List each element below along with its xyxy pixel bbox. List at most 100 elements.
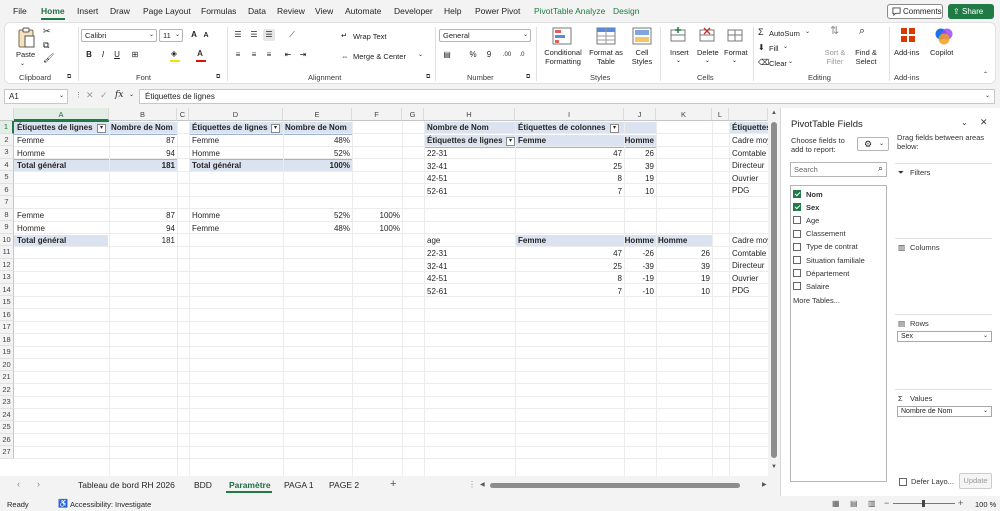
field-checkbox[interactable] xyxy=(793,203,801,212)
column-header-i[interactable]: I xyxy=(515,108,624,121)
column-header-c[interactable]: C xyxy=(177,108,189,121)
merge-center-button[interactable]: Merge & Center xyxy=(353,52,406,61)
share-button[interactable]: Share ⇪ xyxy=(948,4,994,19)
tab-draw[interactable]: Draw xyxy=(110,6,130,16)
scroll-right-icon[interactable]: ▶ xyxy=(762,481,767,488)
scroll-left-icon[interactable]: ◀ xyxy=(480,481,485,488)
clear-button[interactable]: Clear xyxy=(769,59,787,68)
decrease-font-icon[interactable]: A xyxy=(200,30,212,42)
clipboard-launcher-icon[interactable]: ⧉ xyxy=(67,73,71,82)
conditional-formatting-button[interactable]: Conditional Formatting xyxy=(543,48,583,66)
zoom-slider-thumb[interactable] xyxy=(922,500,925,507)
format-painter-icon[interactable]: 🖌 xyxy=(43,54,54,63)
row-header[interactable]: 3 xyxy=(0,146,14,159)
row-header[interactable]: 2 xyxy=(0,133,14,146)
homme-negative-value[interactable]: -10 xyxy=(624,286,656,298)
tab-automate[interactable]: Automate xyxy=(345,6,381,16)
add-ins-button[interactable]: Add-ins xyxy=(894,48,919,57)
vertical-scroll-thumb[interactable] xyxy=(771,122,777,458)
femme-value[interactable]: 8 xyxy=(515,273,624,285)
fill-color-icon[interactable]: ◈ xyxy=(168,48,180,60)
formula-input[interactable]: Étiquettes de lignes ⌄ xyxy=(139,89,995,104)
field-checkbox[interactable] xyxy=(793,282,801,291)
chevron-down-icon[interactable]: ⌄ xyxy=(705,57,710,66)
pivot4-row-label[interactable]: Directeur xyxy=(730,160,768,172)
field-checkbox[interactable] xyxy=(793,269,801,278)
fields-settings-button[interactable]: ⚙ ⌄ xyxy=(857,137,889,151)
row-header[interactable]: 8 xyxy=(0,208,14,221)
chevron-down-icon[interactable]: ⌄ xyxy=(129,91,134,98)
cancel-icon[interactable]: ✕ xyxy=(86,90,94,101)
column-header-d[interactable]: D xyxy=(189,108,283,121)
column-header-g[interactable]: G xyxy=(402,108,424,121)
insert-function-icon[interactable]: fx xyxy=(115,90,123,100)
collapse-ribbon-icon[interactable]: ⌃ xyxy=(983,71,988,80)
values-field-chip[interactable]: Nombre de Nom ⌄ xyxy=(897,406,992,417)
field-checkbox[interactable] xyxy=(793,256,801,264)
row-header[interactable]: 11 xyxy=(0,246,14,259)
wrap-text-button[interactable]: Wrap Text xyxy=(353,32,387,41)
sheet-tab-bdd[interactable]: BDD xyxy=(194,480,212,490)
row-header[interactable]: 27 xyxy=(0,446,14,459)
pivot3-femme-value[interactable]: 47 xyxy=(515,148,624,160)
enter-icon[interactable]: ✓ xyxy=(100,90,108,101)
row-header[interactable]: 26 xyxy=(0,433,14,446)
column-header-h[interactable]: H xyxy=(424,108,515,121)
accounting-format-icon[interactable]: ▤ xyxy=(441,49,453,61)
scroll-down-icon[interactable]: ▼ xyxy=(771,464,777,470)
row-header[interactable]: 18 xyxy=(0,333,14,346)
femme-value[interactable]: 7 xyxy=(515,286,624,298)
filter-dropdown-icon[interactable]: ▾ xyxy=(271,124,280,133)
pivot3-homme-value[interactable]: 39 xyxy=(624,161,656,173)
field-checkbox[interactable] xyxy=(793,229,801,238)
tab-review[interactable]: Review xyxy=(277,6,305,16)
increase-decimal-icon[interactable]: .00 xyxy=(501,49,513,61)
alignment-launcher-icon[interactable]: ⧉ xyxy=(426,73,430,82)
field-checkbox[interactable] xyxy=(793,216,801,225)
comma-style-icon[interactable]: 9 xyxy=(483,49,495,61)
row-header[interactable]: 6 xyxy=(0,183,14,196)
decrease-decimal-icon[interactable]: .0 xyxy=(516,49,528,61)
column-header-b[interactable]: B xyxy=(109,108,177,121)
update-button[interactable]: Update xyxy=(959,473,992,489)
pivot3-homme-value[interactable]: 10 xyxy=(624,186,656,198)
tab-data[interactable]: Data xyxy=(248,6,266,16)
row-header[interactable]: 12 xyxy=(0,258,14,271)
tab-design[interactable]: Design xyxy=(613,6,639,16)
horizontal-scroll-thumb[interactable] xyxy=(490,483,740,488)
align-middle-icon[interactable]: ☰ xyxy=(248,29,260,41)
tab-insert[interactable]: Insert xyxy=(77,6,98,16)
chevron-down-icon[interactable]: ⌄ xyxy=(783,43,788,52)
number-format-select[interactable]: General ⌄ xyxy=(439,29,531,42)
homme-value[interactable]: 10 xyxy=(656,286,712,298)
more-icon[interactable]: ⋮ xyxy=(75,91,82,99)
zoom-level[interactable]: 100 % xyxy=(975,500,996,509)
align-bottom-icon[interactable]: ☰ xyxy=(263,29,275,41)
column-header-j[interactable]: J xyxy=(624,108,656,121)
pivot4-row-label[interactable]: Ouvrier xyxy=(730,173,768,185)
age-row-label[interactable]: 42-51 xyxy=(425,273,449,285)
pivot3-homme-value[interactable]: 26 xyxy=(624,148,656,160)
pivot3-femme-value[interactable]: 7 xyxy=(515,186,624,198)
chevron-down-icon[interactable]: ⌄ xyxy=(676,57,681,66)
increase-font-icon[interactable]: A xyxy=(188,29,200,41)
font-size-select[interactable]: 11 ⌄ xyxy=(159,29,183,42)
column-header-k[interactable]: K xyxy=(656,108,712,121)
add-sheet-icon[interactable]: + xyxy=(390,478,396,490)
column-header-e[interactable]: E xyxy=(283,108,352,121)
row-header[interactable]: 4 xyxy=(0,158,14,171)
tab-developer[interactable]: Developer xyxy=(394,6,433,16)
position-row-label[interactable]: Directeur xyxy=(730,260,768,272)
row-header[interactable]: 7 xyxy=(0,196,14,209)
find-select-button[interactable]: Find & Select xyxy=(852,48,880,66)
paste-button[interactable]: Paste xyxy=(16,50,35,59)
row-header[interactable]: 17 xyxy=(0,321,14,334)
format-button[interactable]: Format xyxy=(724,48,748,57)
age-row-label[interactable]: 52-61 xyxy=(425,286,449,298)
cut-icon[interactable]: ✂ xyxy=(43,27,51,36)
row-header[interactable]: 19 xyxy=(0,346,14,359)
copilot-button[interactable]: Copilot xyxy=(930,48,953,57)
column-header-f[interactable]: F xyxy=(352,108,402,121)
age-row-label[interactable]: 22-31 xyxy=(425,248,449,260)
fill-button[interactable]: Fill xyxy=(769,44,779,53)
